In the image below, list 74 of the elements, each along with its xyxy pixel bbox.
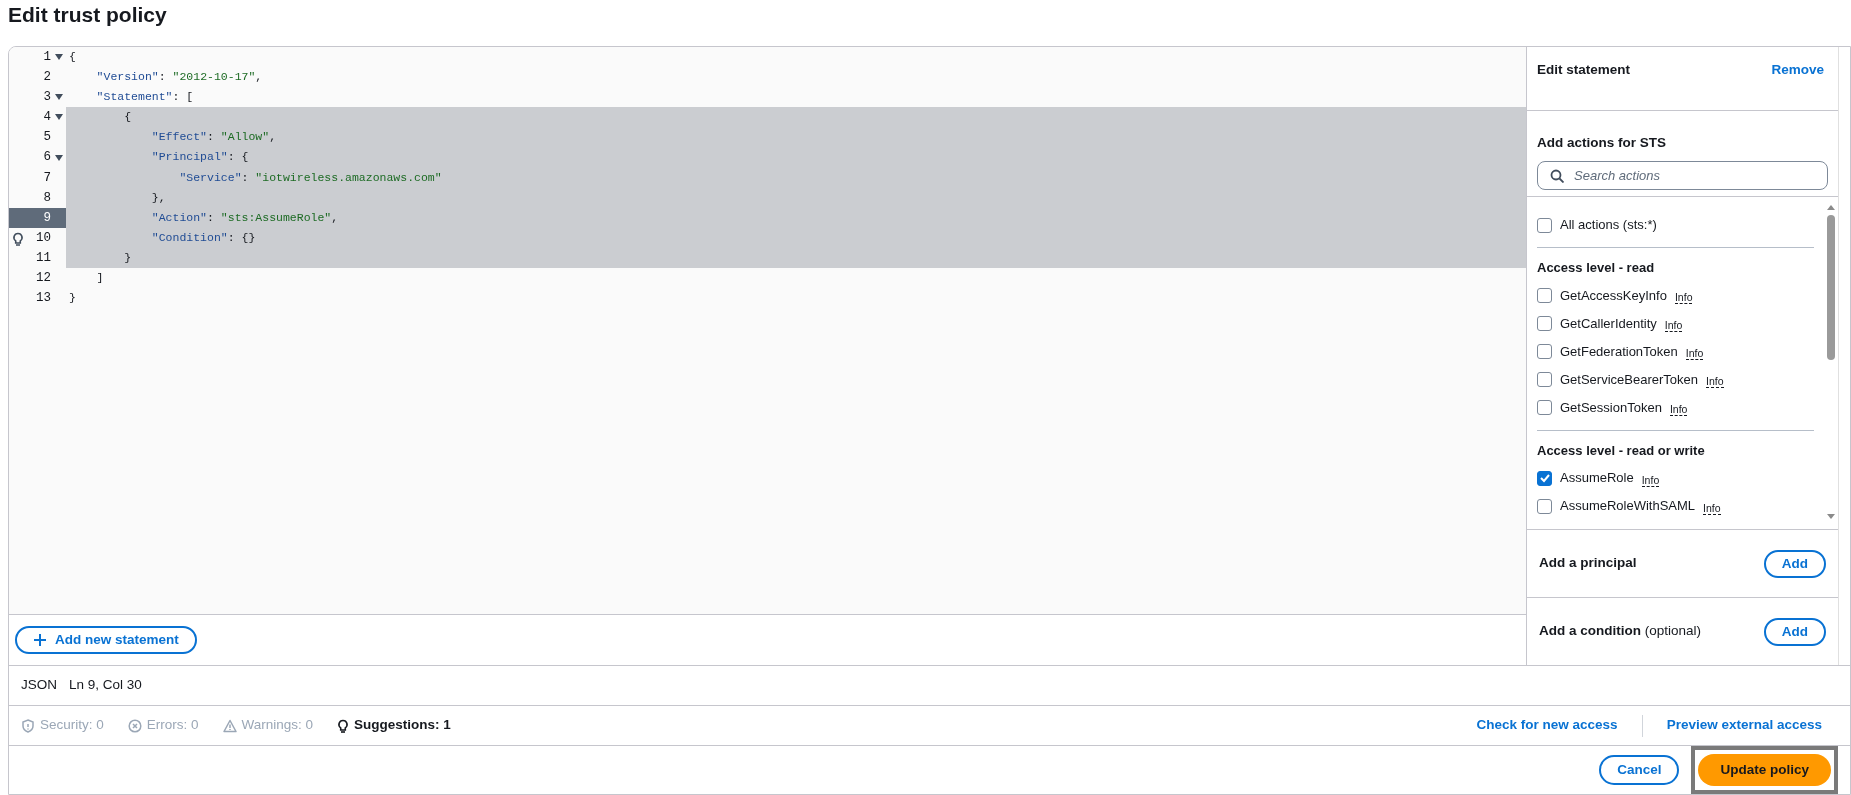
line-number: 2 xyxy=(43,69,52,87)
line-number: 10 xyxy=(36,229,52,247)
action-label: GetSessionToken xyxy=(1560,398,1662,417)
line-number: 13 xyxy=(36,290,52,308)
info-link[interactable]: Info xyxy=(1641,473,1660,487)
code-line: ] xyxy=(95,270,105,287)
lightbulb-icon xyxy=(337,718,350,733)
add-statement-button[interactable]: Add new statement xyxy=(15,626,197,654)
page-title: Edit trust policy xyxy=(7,2,168,28)
line-number: 8 xyxy=(43,189,52,207)
warning-icon xyxy=(222,718,237,733)
section-label: Add a principal xyxy=(1539,554,1637,573)
info-link[interactable]: Info xyxy=(1669,403,1688,416)
checkbox[interactable] xyxy=(1537,400,1552,415)
add-button[interactable]: Add xyxy=(1763,617,1826,646)
cancel-button[interactable]: Cancel xyxy=(1599,754,1680,786)
group-heading: Access level - read xyxy=(1537,259,1656,277)
remove-link[interactable]: Remove xyxy=(1771,60,1824,110)
warnings-count: Warnings: 0 xyxy=(241,716,314,735)
line-number: 6 xyxy=(43,149,52,167)
plus-icon xyxy=(33,633,47,647)
line-number: 7 xyxy=(43,169,52,187)
checkbox[interactable] xyxy=(1537,288,1552,303)
checkbox[interactable] xyxy=(1537,344,1552,359)
language-label: JSON xyxy=(21,676,57,695)
section-label: Add a condition (optional) xyxy=(1539,622,1702,641)
code-line: } xyxy=(68,290,77,307)
line-number: 1 xyxy=(43,49,52,66)
search-icon xyxy=(1550,168,1564,183)
line-number: 12 xyxy=(36,270,52,288)
fold-caret-icon[interactable] xyxy=(53,152,64,163)
info-link[interactable]: Info xyxy=(1674,291,1693,304)
line-number: 9 xyxy=(43,209,52,227)
checkbox[interactable] xyxy=(1537,217,1552,233)
check-icon xyxy=(1538,472,1551,484)
action-label: AssumeRoleWithSAML xyxy=(1560,497,1696,516)
action-label: All actions (sts:*) xyxy=(1560,216,1657,235)
shield-icon xyxy=(21,718,35,733)
error-icon xyxy=(127,718,142,733)
add-button[interactable]: Add xyxy=(1763,549,1826,578)
line-number: 5 xyxy=(43,129,52,147)
checkbox[interactable] xyxy=(1537,316,1552,331)
suggestions-count: Suggestions: 1 xyxy=(354,716,451,735)
action-label: AssumeRole xyxy=(1560,469,1634,488)
section-heading: Add actions for STS xyxy=(1536,134,1667,152)
action-link[interactable]: Preview external access xyxy=(1666,715,1822,736)
action-link[interactable]: Check for new access xyxy=(1476,715,1618,736)
checkbox[interactable] xyxy=(1537,372,1552,387)
group-heading: Access level - read or write xyxy=(1537,441,1706,460)
code-line: "Statement": [ xyxy=(95,89,195,106)
info-link[interactable]: Info xyxy=(1703,501,1721,515)
line-number: 3 xyxy=(43,89,52,107)
search-field[interactable]: Search actions xyxy=(1537,161,1828,190)
info-link[interactable]: Info xyxy=(1664,319,1683,332)
update-policy-button[interactable]: Update policy xyxy=(1698,754,1831,787)
checkbox[interactable] xyxy=(1537,498,1552,514)
action-label: GetFederationToken xyxy=(1560,342,1678,361)
line-number: 4 xyxy=(43,109,52,127)
search-input[interactable]: Search actions xyxy=(1572,162,1827,189)
info-link[interactable]: Info xyxy=(1685,347,1704,360)
info-link[interactable]: Info xyxy=(1706,375,1724,388)
errors-count: Errors: 0 xyxy=(146,716,199,735)
scroll-down-icon xyxy=(1826,513,1836,521)
action-label: GetCallerIdentity xyxy=(1560,314,1657,333)
code-line: { xyxy=(68,49,77,65)
checkbox[interactable] xyxy=(1537,470,1552,486)
code-line: "Version": "2012-10-17", xyxy=(95,69,264,86)
action-label: GetServiceBearerToken xyxy=(1560,370,1698,389)
cursor-position: Ln 9, Col 30 xyxy=(69,676,142,695)
action-label: GetAccessKeyInfo xyxy=(1560,286,1667,305)
scroll-up-icon xyxy=(1826,203,1836,211)
line-number: 11 xyxy=(36,249,52,267)
panel-heading: Edit statement xyxy=(1537,61,1631,79)
security-count: Security: 0 xyxy=(40,716,104,735)
